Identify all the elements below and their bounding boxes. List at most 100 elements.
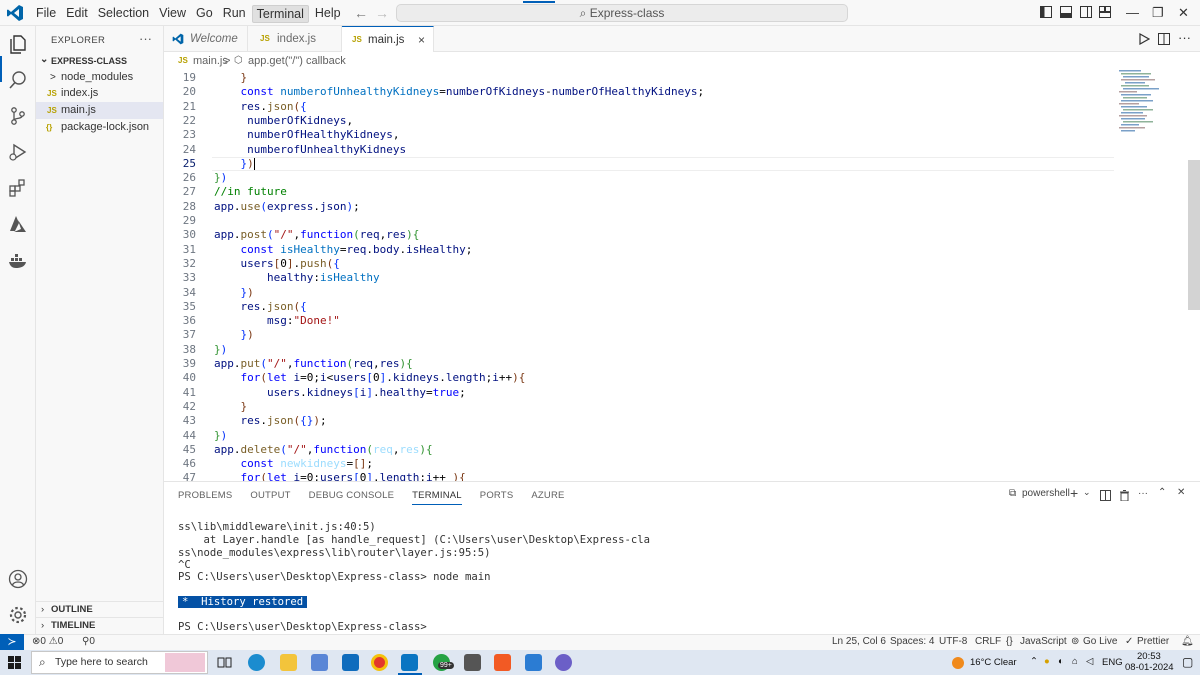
manage-gear-icon[interactable] (8, 605, 28, 625)
chrome-icon[interactable] (371, 654, 388, 671)
prettier-status[interactable]: Prettier (1137, 636, 1169, 647)
encoding[interactable]: UTF-8 (939, 636, 967, 647)
clock-date[interactable]: 08-01-2024 (1125, 662, 1174, 673)
chevron-down-icon[interactable]: ⌄ (1083, 487, 1091, 498)
tab-debug-console[interactable]: DEBUG CONSOLE (309, 490, 394, 505)
code-editor[interactable]: 19 } 20 const numberofUnhealthyKidneys=nu… (164, 70, 1200, 481)
command-center[interactable]: ⌕ Express-class (396, 1, 848, 22)
close-tab-icon[interactable]: × (418, 27, 425, 53)
go-live-button[interactable]: Go Live (1083, 636, 1117, 647)
tray-app-icon[interactable]: ◐ (1058, 656, 1064, 667)
more-actions-icon[interactable]: ··· (139, 31, 152, 46)
tray-chevron-icon[interactable]: ⌃ (1030, 656, 1038, 667)
tree-item-package-lock[interactable]: {} package-lock.json (36, 119, 163, 136)
new-terminal-icon[interactable]: + (1070, 485, 1078, 501)
network-icon[interactable]: ⌂ (1072, 656, 1078, 667)
accounts-icon[interactable] (8, 569, 28, 589)
file-explorer-icon[interactable] (280, 654, 297, 671)
menu-help[interactable]: Help (311, 5, 345, 23)
code-text: }) (240, 156, 255, 170)
azure-icon[interactable] (8, 214, 28, 234)
tab-main-js[interactable]: JS main.js × (342, 26, 434, 53)
toggle-primary-sidebar-icon[interactable] (1040, 6, 1052, 18)
volume-icon[interactable]: ◁ (1086, 656, 1093, 667)
tree-item-node-modules[interactable]: > node_modules (36, 69, 163, 86)
more-actions-icon[interactable]: ··· (1138, 488, 1148, 499)
tray-app-icon[interactable]: ● (1044, 656, 1050, 667)
taskbar-search[interactable]: ⌕ Type here to search (31, 651, 208, 674)
trash-icon[interactable] (1119, 490, 1130, 501)
tab-azure[interactable]: AZURE (531, 490, 564, 505)
edge-browser-icon[interactable] (248, 654, 265, 671)
menu-selection[interactable]: Selection (94, 5, 153, 23)
chevron-up-icon[interactable]: ⌃ (1158, 487, 1166, 498)
end-of-line[interactable]: CRLF (975, 636, 1001, 647)
forward-arrow-icon[interactable]: → (375, 5, 389, 21)
terminal-prompt[interactable]: PS C:\Users\user\Desktop\Express-class> (178, 621, 427, 633)
app-icon[interactable] (555, 654, 572, 671)
tab-problems[interactable]: PROBLEMS (178, 490, 232, 505)
more-actions-icon[interactable]: ··· (1178, 30, 1191, 45)
cursor-position[interactable]: Ln 25, Col 6 (832, 636, 886, 647)
tree-item-main-js[interactable]: JS main.js (36, 102, 163, 119)
explorer-icon[interactable] (8, 34, 28, 54)
calendar-icon[interactable] (525, 654, 542, 671)
toggle-panel-icon[interactable] (1060, 6, 1072, 18)
extensions-icon[interactable] (8, 178, 28, 198)
weather-text[interactable]: 16°C Clear (970, 657, 1017, 668)
menu-go[interactable]: Go (192, 5, 217, 23)
language-mode[interactable]: JavaScript (1020, 636, 1067, 647)
breadcrumb-file[interactable]: main.js (193, 52, 228, 70)
notifications-icon[interactable]: ▢ (1182, 655, 1193, 669)
search-view-icon[interactable] (8, 70, 28, 90)
menu-edit[interactable]: Edit (62, 5, 92, 23)
editor-scrollbar[interactable] (1188, 160, 1200, 310)
tab-output[interactable]: OUTPUT (250, 490, 290, 505)
run-debug-icon[interactable] (8, 142, 28, 162)
close-panel-icon[interactable]: ✕ (1177, 487, 1185, 498)
toggle-secondary-sidebar-icon[interactable] (1080, 6, 1092, 18)
line-number: 47 (182, 471, 196, 481)
ports-status[interactable]: ⚲0 (82, 636, 95, 647)
bell-icon[interactable]: 🔔︎ (1181, 636, 1194, 647)
tree-item-index-js[interactable]: JS index.js (36, 85, 163, 102)
indentation[interactable]: Spaces: 4 (890, 636, 934, 647)
docker-icon[interactable] (8, 250, 28, 270)
run-file-icon[interactable] (1138, 33, 1150, 45)
tab-welcome[interactable]: Welcome (164, 26, 248, 52)
menu-terminal[interactable]: Terminal (251, 5, 309, 23)
menu-file[interactable]: File (32, 5, 60, 23)
problems-status[interactable]: ⊗0 ⚠0 (32, 636, 63, 647)
minimap[interactable] (1119, 70, 1189, 140)
tab-terminal[interactable]: TERMINAL (412, 490, 462, 505)
js-file-icon: JS (178, 56, 188, 65)
tab-index-js[interactable]: JS index.js (248, 26, 342, 52)
remote-indicator-icon[interactable]: ≻ (0, 634, 24, 651)
minimize-icon[interactable]: — (1126, 5, 1139, 20)
windows-start-icon[interactable] (8, 656, 21, 669)
split-editor-icon[interactable] (1158, 33, 1170, 45)
outline-section[interactable]: › OUTLINE (36, 601, 164, 617)
code-text: res.json({}); (240, 414, 327, 428)
back-arrow-icon[interactable]: ← (354, 5, 368, 21)
shell-name[interactable]: powershell (1022, 488, 1070, 499)
close-window-icon[interactable]: ✕ (1178, 5, 1189, 21)
task-view-icon[interactable] (216, 654, 233, 671)
timeline-section[interactable]: › TIMELINE (36, 617, 164, 633)
restore-icon[interactable]: ❐ (1152, 5, 1164, 21)
workspace-folder[interactable]: ⌄ EXPRESS-CLASS (36, 54, 164, 70)
breadcrumb-symbol[interactable]: app.get("/") callback (248, 52, 346, 70)
input-language[interactable]: ENG (1102, 657, 1123, 668)
source-control-icon[interactable] (8, 106, 28, 126)
mail-icon[interactable] (342, 654, 359, 671)
store-icon[interactable] (311, 654, 328, 671)
customize-layout-icon[interactable] (1099, 6, 1111, 18)
brave-browser-icon[interactable] (494, 654, 511, 671)
menu-view[interactable]: View (155, 5, 190, 23)
split-terminal-icon[interactable] (1100, 490, 1111, 501)
clock-time[interactable]: 20:53 (1137, 651, 1161, 662)
vscode-taskbar-icon[interactable] (401, 654, 418, 671)
github-desktop-icon[interactable] (464, 654, 481, 671)
menu-run[interactable]: Run (219, 5, 250, 23)
tab-ports[interactable]: PORTS (480, 490, 514, 505)
